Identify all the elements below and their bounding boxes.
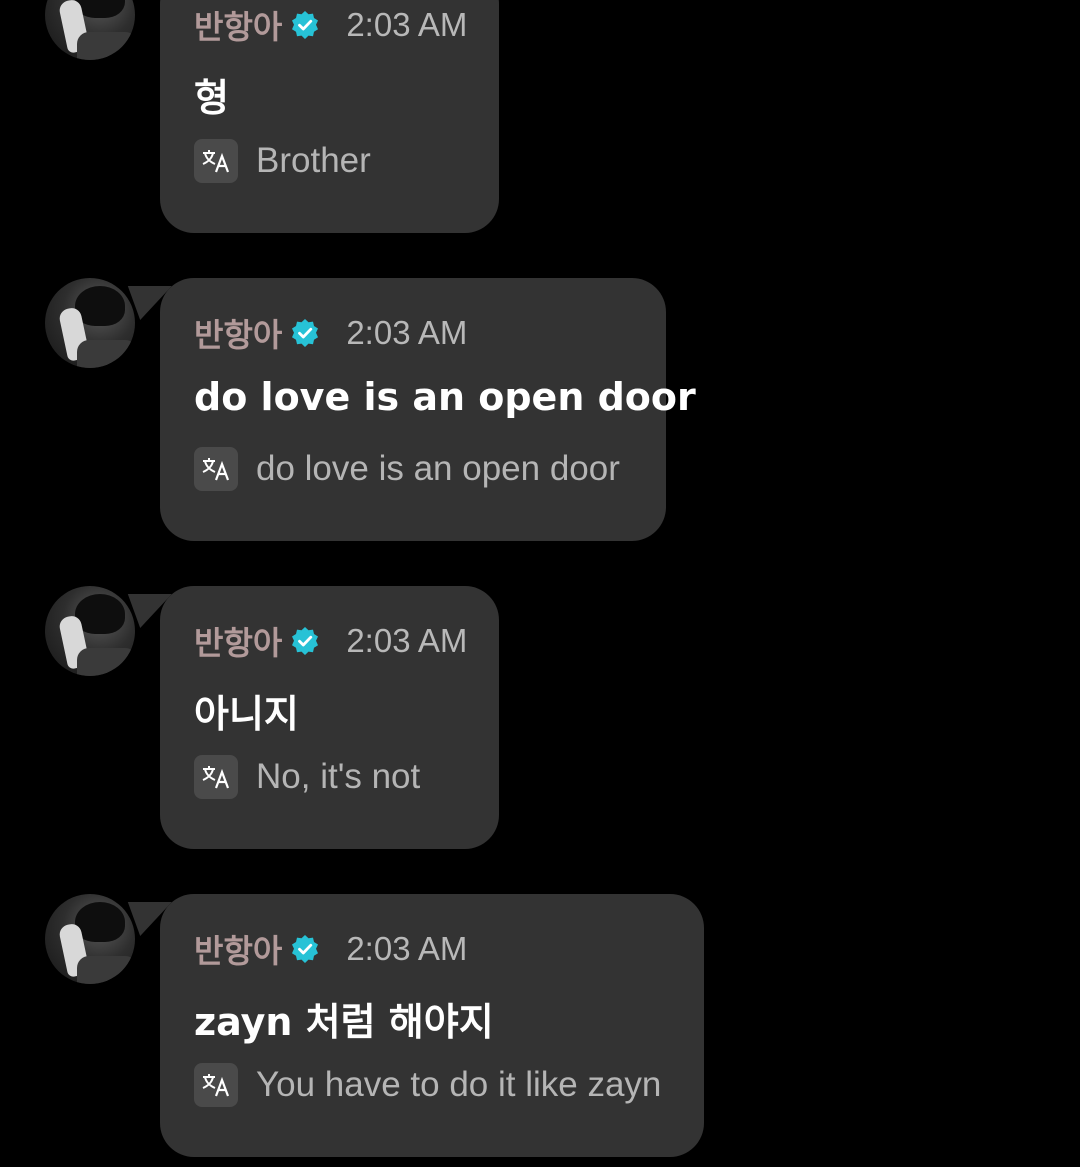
translate-icon[interactable]	[194, 447, 238, 491]
translate-icon[interactable]	[194, 755, 238, 799]
translate-icon[interactable]	[194, 139, 238, 183]
message-bubble[interactable]: 반항아 2:03 AM 아니지 No, it's not	[160, 586, 499, 849]
verified-badge-icon	[292, 627, 319, 655]
message-text: 아니지	[194, 692, 299, 736]
message-bubble[interactable]: 반항아 2:03 AM do love is an open door do l…	[160, 278, 696, 541]
message-header: 반항아 2:03 AM	[194, 618, 468, 664]
sender-avatar[interactable]	[45, 894, 135, 984]
message-header: 반항아 2:03 AM	[194, 926, 468, 972]
message-timestamp: 2:03 AM	[346, 622, 468, 659]
message-bubble[interactable]: 반항아 2:03 AM zayn 처럼 해야지 You have to do i…	[160, 894, 704, 1157]
translation-text: No, it's not	[256, 757, 421, 796]
translation-row: You have to do it like zayn	[194, 1062, 661, 1108]
translation-text: You have to do it like zayn	[256, 1065, 662, 1104]
translation-row: Brother	[194, 138, 371, 184]
translation-row: do love is an open door	[194, 446, 620, 492]
sender-name[interactable]: 반항아	[194, 618, 282, 664]
message-timestamp: 2:03 AM	[346, 6, 468, 43]
verified-badge-icon	[292, 935, 319, 963]
verified-badge-icon	[292, 319, 319, 347]
translation-text: do love is an open door	[256, 449, 620, 488]
message-timestamp: 2:03 AM	[346, 314, 468, 351]
message-header: 반항아 2:03 AM	[194, 310, 468, 356]
sender-name[interactable]: 반항아	[194, 926, 282, 972]
message-text: do love is an open door	[194, 375, 696, 419]
sender-avatar[interactable]	[45, 586, 135, 676]
message-bubble[interactable]: 반항아 2:03 AM 형 Brother	[160, 0, 499, 233]
sender-avatar[interactable]	[45, 278, 135, 368]
verified-badge-icon	[292, 11, 319, 39]
translate-icon[interactable]	[194, 1063, 238, 1107]
translation-row: No, it's not	[194, 754, 420, 800]
sender-name[interactable]: 반항아	[194, 310, 282, 356]
sender-name[interactable]: 반항아	[194, 2, 282, 48]
message-header: 반항아 2:03 AM	[194, 2, 468, 48]
message-text: 형	[194, 76, 229, 120]
message-text: zayn 처럼 해야지	[194, 1000, 494, 1044]
translation-text: Brother	[256, 141, 371, 180]
sender-avatar[interactable]	[45, 0, 135, 60]
message-timestamp: 2:03 AM	[346, 930, 468, 967]
